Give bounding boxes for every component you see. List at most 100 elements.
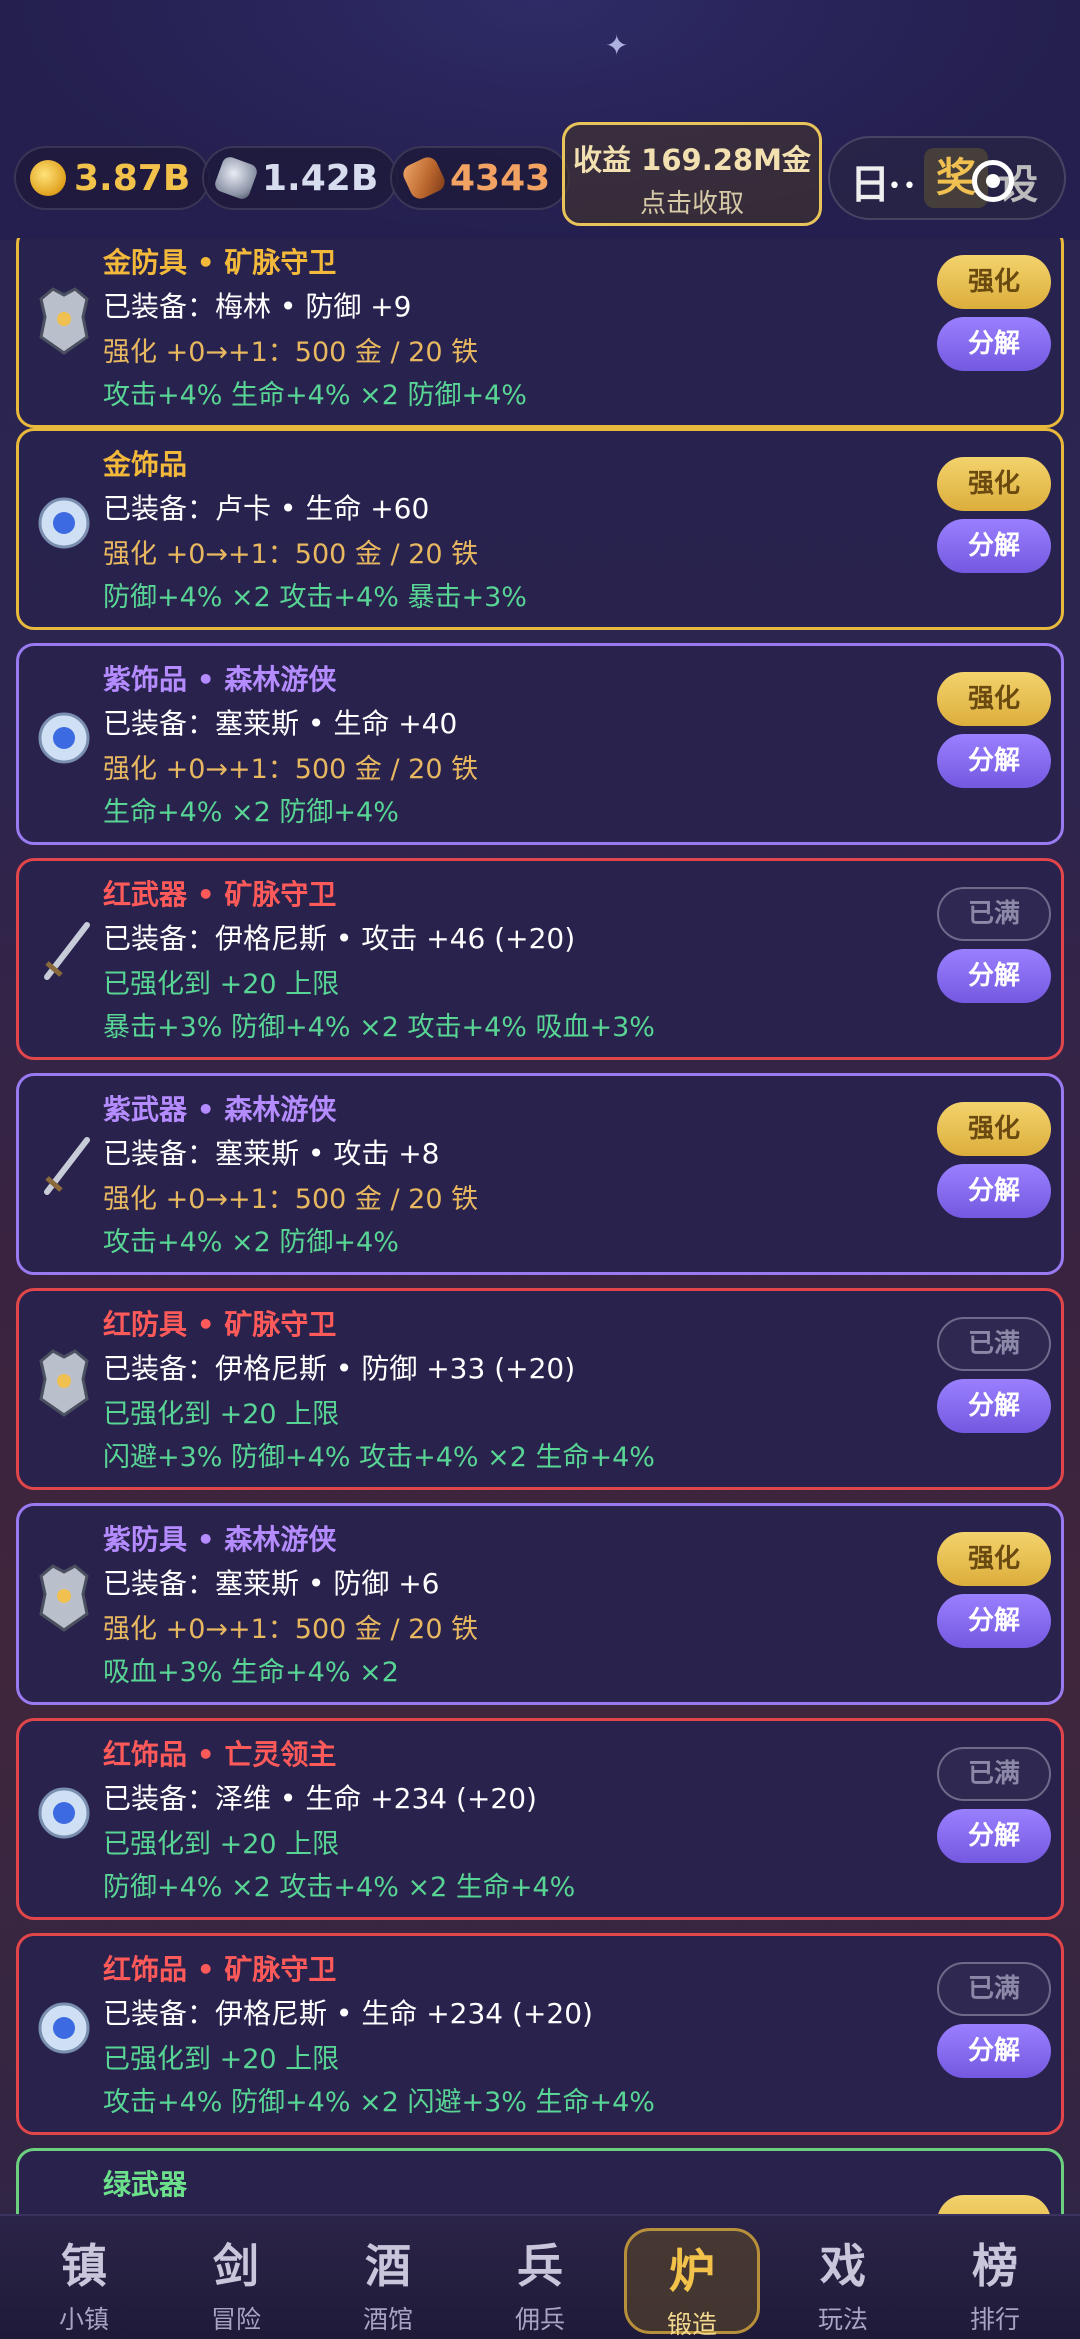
item-title: 金防具 • 矿脉守卫 [103, 246, 337, 279]
nav-tavern[interactable]: 酒 酒馆 [313, 2216, 463, 2339]
equipment-card: 金防具 • 矿脉守卫 已装备：梅林 • 防御 +9 强化 +0→+1：500 金… [16, 238, 1064, 428]
item-bonus: 防御+4% ×2 攻击+4% 暴击+3% [103, 582, 527, 613]
accessory-icon [38, 712, 90, 764]
nav-forge[interactable]: 炉 锻造 [624, 2228, 760, 2339]
strengthen-button[interactable] [937, 2195, 1051, 2214]
accessory-icon [38, 497, 90, 549]
accessory-icon [38, 2002, 90, 2054]
equipment-card: 紫防具 • 森林游侠 已装备：塞莱斯 • 防御 +6 强化 +0→+1：500 … [16, 1503, 1064, 1705]
item-equipped: 已装备：泽维 • 生命 +234 (+20) [103, 1782, 537, 1815]
nav-gameplay[interactable]: 戏 玩法 [768, 2216, 918, 2339]
wood-value: 4343 [450, 157, 551, 199]
nav-town[interactable]: 镇 小镇 [9, 2216, 159, 2339]
income-hint: 点击收取 [639, 189, 744, 219]
item-title: 紫饰品 • 森林游侠 [103, 663, 337, 696]
dismantle-button[interactable]: 分解 [937, 1594, 1051, 1648]
item-upgrade-status: 已强化到 +20 上限 [103, 1399, 340, 1430]
armor-icon [39, 1349, 89, 1417]
item-bonus: 暴击+3% 防御+4% ×2 攻击+4% 吸血+3% [103, 1012, 655, 1043]
iron-icon [212, 154, 260, 202]
top-tabs: 日 奖 设 •• [828, 136, 1066, 220]
nav-mercenary[interactable]: 兵 佣兵 [465, 2216, 615, 2339]
wood-resource: 4343 [390, 146, 571, 210]
item-title: 紫武器 • 森林游侠 [103, 1093, 337, 1126]
nav-town-icon: 镇 [61, 2239, 107, 2293]
gold-resource: 3.87B [14, 146, 211, 210]
item-equipped: 已装备：塞莱斯 • 攻击 +8 [103, 1137, 440, 1170]
dismantle-button[interactable]: 分解 [937, 1809, 1051, 1863]
item-bonus: 生命+4% ×2 防御+4% [103, 797, 399, 828]
dismantle-button[interactable]: 分解 [937, 2024, 1051, 2078]
item-upgrade-cost: 强化 +0→+1：500 金 / 20 铁 [103, 1614, 479, 1645]
sword-icon [44, 922, 90, 980]
nav-ranking-label: 排行 [969, 2305, 1020, 2334]
nav-adventure[interactable]: 剑 冒险 [161, 2216, 311, 2339]
strengthen-button[interactable]: 强化 [937, 672, 1051, 726]
item-title: 金饰品 [103, 448, 188, 481]
item-upgrade-cost: 强化 +0→+1：500 金 / 20 铁 [103, 754, 479, 785]
nav-town-label: 小镇 [58, 2305, 109, 2334]
strengthen-button[interactable]: 强化 [937, 457, 1051, 511]
gold-icon [30, 160, 66, 196]
armor-icon [39, 1564, 89, 1632]
gold-value: 3.87B [74, 157, 191, 199]
dismantle-button[interactable]: 分解 [937, 1164, 1051, 1218]
item-equipped: 已装备：塞莱斯 • 防御 +6 [103, 1567, 440, 1600]
nav-adventure-label: 冒险 [210, 2305, 261, 2334]
nav-tavern-label: 酒馆 [362, 2305, 413, 2334]
item-upgrade-cost: 强化 +0→+1：500 金 / 20 铁 [103, 539, 479, 570]
armor-icon [39, 287, 89, 355]
close-capsule-icon[interactable] [972, 160, 1014, 202]
item-title: 紫防具 • 森林游侠 [103, 1523, 337, 1556]
equipment-card: 金饰品 已装备：卢卡 • 生命 +60 强化 +0→+1：500 金 / 20 … [16, 428, 1064, 630]
resource-bar: 3.87B 1.42B 4343 收益 169.28M金 点击收取 日 奖 设 … [0, 118, 1080, 238]
item-upgrade-status: 已强化到 +20 上限 [103, 2044, 340, 2075]
item-bonus: 吸血+3% 生命+4% ×2 [103, 1657, 399, 1688]
iron-resource: 1.42B [202, 146, 399, 210]
nav-forge-icon: 炉 [669, 2244, 715, 2298]
equipment-card: 红防具 • 矿脉守卫 已装备：伊格尼斯 • 防御 +33 (+20) 已强化到 … [16, 1288, 1064, 1490]
sword-icon [44, 1137, 90, 1195]
nav-ranking[interactable]: 榜 排行 [920, 2216, 1070, 2339]
nav-ranking-icon: 榜 [972, 2239, 1018, 2293]
strengthen-button[interactable]: 强化 [937, 1102, 1051, 1156]
collect-income-button[interactable]: 收益 169.28M金 点击收取 [562, 122, 822, 226]
equipment-card: 绿武器 [16, 2148, 1064, 2214]
maxed-button: 已满 [937, 1747, 1051, 1801]
item-title: 红饰品 • 亡灵领主 [103, 1738, 337, 1771]
item-bonus: 防御+4% ×2 攻击+4% ×2 生命+4% [103, 1872, 576, 1903]
item-upgrade-cost: 强化 +0→+1：500 金 / 20 铁 [103, 337, 479, 368]
maxed-button: 已满 [937, 1962, 1051, 2016]
item-equipped: 已装备：塞莱斯 • 生命 +40 [103, 707, 458, 740]
equipment-card: 红饰品 • 矿脉守卫 已装备：伊格尼斯 • 生命 +234 (+20) 已强化到… [16, 1933, 1064, 2135]
iron-value: 1.42B [262, 157, 379, 199]
item-upgrade-status: 已强化到 +20 上限 [103, 1829, 340, 1860]
nav-gameplay-icon: 戏 [820, 2239, 866, 2293]
daily-tab[interactable]: 日 [850, 152, 890, 210]
dismantle-button[interactable]: 分解 [937, 317, 1051, 371]
nav-tavern-icon: 酒 [365, 2239, 411, 2293]
strengthen-button[interactable]: 强化 [937, 255, 1051, 309]
equipment-card: 紫武器 • 森林游侠 已装备：塞莱斯 • 攻击 +8 强化 +0→+1：500 … [16, 1073, 1064, 1275]
item-equipped: 已装备：伊格尼斯 • 防御 +33 (+20) [103, 1352, 576, 1385]
item-bonus: 攻击+4% ×2 防御+4% [103, 1227, 399, 1258]
strengthen-button[interactable]: 强化 [937, 1532, 1051, 1586]
dismantle-button[interactable]: 分解 [937, 519, 1051, 573]
maxed-button: 已满 [937, 887, 1051, 941]
equipment-list[interactable]: 金防具 • 矿脉守卫 已装备：梅林 • 防御 +9 强化 +0→+1：500 金… [0, 238, 1080, 2214]
equipment-card: 红饰品 • 亡灵领主 已装备：泽维 • 生命 +234 (+20) 已强化到 +… [16, 1718, 1064, 1920]
item-upgrade-cost: 强化 +0→+1：500 金 / 20 铁 [103, 1184, 479, 1215]
item-title: 红饰品 • 矿脉守卫 [103, 1953, 337, 1986]
equipment-card: 红武器 • 矿脉守卫 已装备：伊格尼斯 • 攻击 +46 (+20) 已强化到 … [16, 858, 1064, 1060]
dismantle-button[interactable]: 分解 [937, 1379, 1051, 1433]
item-equipped: 已装备：伊格尼斯 • 生命 +234 (+20) [103, 1997, 593, 2030]
equipment-card: 紫饰品 • 森林游侠 已装备：塞莱斯 • 生命 +40 强化 +0→+1：500… [16, 643, 1064, 845]
dismantle-button[interactable]: 分解 [937, 734, 1051, 788]
income-amount: 收益 169.28M金 [573, 143, 811, 177]
dismantle-button[interactable]: 分解 [937, 949, 1051, 1003]
nav-forge-label: 锻造 [666, 2310, 717, 2339]
more-icon[interactable]: •• [888, 174, 918, 199]
item-bonus: 攻击+4% 生命+4% ×2 防御+4% [103, 380, 527, 411]
item-title: 绿武器 [103, 2168, 188, 2201]
accessory-icon [38, 1787, 90, 1839]
